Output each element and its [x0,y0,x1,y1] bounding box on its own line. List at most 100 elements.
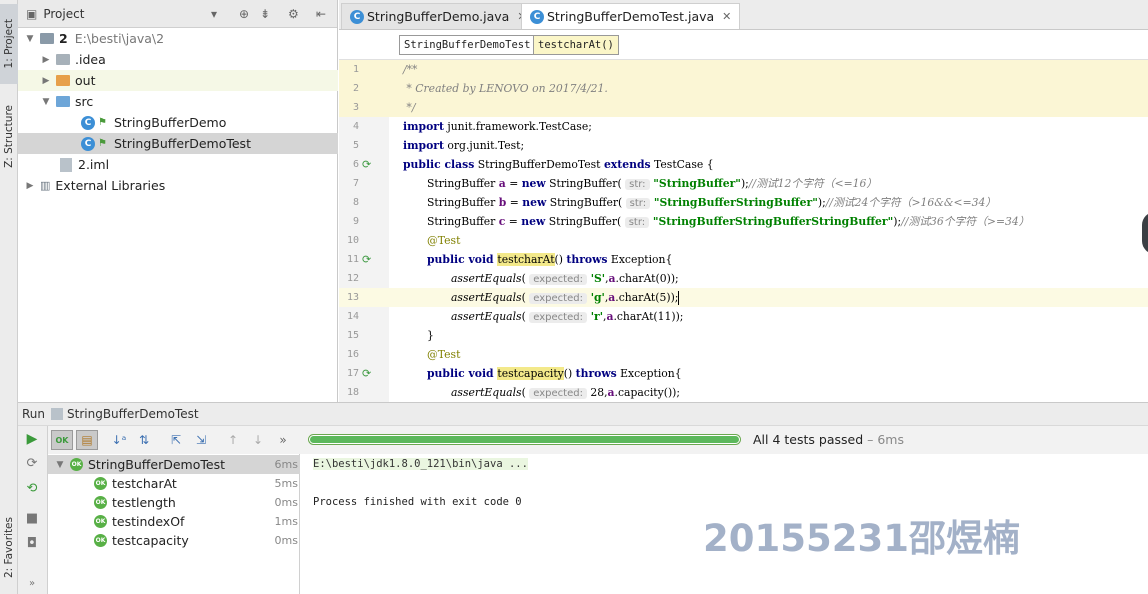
settings-gear-icon[interactable]: ⚙ [288,7,299,21]
test-status: All 4 tests passed – 6ms [753,432,904,447]
tree-item-iml[interactable]: 2.iml [18,154,338,175]
code-text: */ [403,101,416,114]
test-name: testlength [112,495,176,510]
test-suite-row[interactable]: ▼ OK StringBufferDemoTest 6ms [48,455,300,474]
expanded-arrow-icon: ▼ [26,33,34,44]
more-actions-icon[interactable]: » [272,430,294,450]
code-line: 4 import junit.framework.TestCase; [339,117,1148,136]
toggle-autotest-icon[interactable]: ⟲ [24,481,40,497]
test-time: 6ms [274,458,298,471]
test-row[interactable]: OK testindexOf 1ms [48,512,300,531]
tree-item-stringbufferdemotest[interactable]: C ⚑ StringBufferDemoTest [18,133,338,154]
test-row[interactable]: OK testcharAt 5ms [48,474,300,493]
run-test-method-icon[interactable]: ⟳ [362,253,376,266]
previous-test-icon[interactable]: ↑ [222,430,244,450]
project-view-icon: ▣ [26,6,38,21]
test-passed-icon: OK [94,496,107,509]
breadcrumb-method[interactable]: testcharAt() [533,35,619,55]
camera-icon[interactable]: ◘ [24,536,40,552]
breadcrumb-class[interactable]: StringBufferDemoTest [399,35,536,55]
java-class-icon: C [81,115,95,130]
line-number: 7 [352,178,359,189]
code-line: 7 StringBuffer a = new StringBuffer( str… [339,174,1148,193]
tree-item-label: src [75,94,94,109]
code-text: @Test [427,348,461,361]
rerun-icon[interactable]: ▶ [24,431,40,447]
scroll-from-source-icon[interactable]: ⊕ [239,7,249,21]
code-line: 8 StringBuffer b = new StringBuffer( str… [339,193,1148,212]
view-dropdown-icon[interactable]: ▾ [211,7,217,21]
show-passed-icon[interactable]: OK [51,430,73,450]
line-number: 18 [346,387,359,398]
test-passed-icon: OK [94,515,107,528]
more-icon[interactable]: » [24,576,40,592]
code-editor[interactable]: 1 /** 2 * Created by LENOVO on 2017/4/21… [339,60,1148,402]
run-config-tab[interactable]: StringBufferDemoTest [51,407,199,421]
run-side-toolbar: ▶ ⟳ ⟲ ■ ◘ » [18,426,48,594]
collapse-all-icon[interactable]: ⇟ [260,7,270,21]
project-path: E:\besti\java\2 [74,31,165,46]
test-name: testcharAt [112,476,177,491]
stop-icon[interactable]: ■ [24,511,40,527]
code-text: public void testcharAt() throws Exceptio… [427,253,673,266]
module-folder-icon [40,33,54,44]
run-test-method-icon[interactable]: ⟳ [362,367,376,380]
expand-all-icon[interactable]: ⇱ [165,430,187,450]
tree-item-label: 2 [59,31,68,46]
code-line: 3 */ [339,98,1148,117]
tree-item-out[interactable]: ▶ out [18,70,338,91]
code-text: assertEquals( expected: 'r',a.charAt(11)… [451,310,684,323]
console-output[interactable]: E:\besti\jdk1.8.0_121\bin\java ... Proce… [301,454,1148,594]
line-number: 2 [352,83,359,94]
next-test-icon[interactable]: ↓ [247,430,269,450]
close-tab-icon[interactable]: ✕ [722,10,731,23]
tree-item-stringbufferdemo[interactable]: C ⚑ StringBufferDemo [18,112,338,133]
test-row[interactable]: OK testlength 0ms [48,493,300,512]
sort-by-duration-icon[interactable]: ⇅ [133,430,155,450]
run-test-class-icon[interactable]: ⟳ [362,158,376,171]
test-name: StringBufferDemoTest [88,457,225,472]
tree-item-label: out [75,73,96,88]
rerun-failed-icon[interactable]: ⟳ [24,456,40,472]
line-number: 11 [346,254,359,265]
project-tool-tab[interactable]: 1: Project [0,4,18,84]
tree-item-src[interactable]: ▼ src [18,91,338,112]
code-text: @Test [427,234,461,247]
code-text: } [427,329,434,342]
sort-alphabetically-icon[interactable]: ↓ᵃ [108,430,130,450]
collapsed-arrow-icon: ▶ [42,54,50,65]
code-text: assertEquals( expected: 'S',a.charAt(0))… [451,272,679,285]
tree-item-external-libraries[interactable]: ▶ ▥ External Libraries [18,175,338,196]
line-number: 3 [352,102,359,113]
scroll-indicator[interactable] [1142,212,1148,254]
project-tool-tab-label: 1: Project [3,19,15,69]
test-passed-icon: OK [94,477,107,490]
line-number: 14 [346,311,359,322]
hide-panel-icon[interactable]: ⇤ [316,7,326,21]
console-command-line: E:\besti\jdk1.8.0_121\bin\java ... [313,458,528,470]
collapsed-arrow-icon: ▶ [42,75,50,86]
run-config-icon: ⚑ [98,117,107,128]
show-ignored-icon[interactable]: ▤ [76,430,98,450]
code-text: import org.junit.Test; [403,139,525,152]
line-number: 6 [352,159,359,170]
code-line: 10 @Test [339,231,1148,250]
tab-stringbufferdemo-java[interactable]: C StringBufferDemo.java ✕ [341,3,536,29]
favorites-tool-tab-label: 2: Favorites [3,516,15,578]
java-class-icon: C [350,9,364,24]
structure-tool-tab[interactable]: Z: Structure [0,95,18,177]
tab-stringbufferdemotest-java[interactable]: C StringBufferDemoTest.java ✕ [521,3,741,29]
code-line: 16 @Test [339,345,1148,364]
expanded-arrow-icon: ▼ [56,459,64,470]
collapse-all-icon[interactable]: ⇲ [190,430,212,450]
tree-item-idea[interactable]: ▶ .idea [18,49,338,70]
test-time: 0ms [274,534,298,547]
test-name: testindexOf [112,514,185,529]
line-number: 5 [352,140,359,151]
test-row[interactable]: OK testcapacity 0ms [48,531,300,550]
tree-item-project-root[interactable]: ▼ 2 E:\besti\java\2 [18,28,338,49]
code-line: 12 assertEquals( expected: 'S',a.charAt(… [339,269,1148,288]
favorites-tool-tab[interactable]: 2: Favorites [0,505,18,589]
code-line: 15 } [339,326,1148,345]
test-config-icon [51,408,64,420]
